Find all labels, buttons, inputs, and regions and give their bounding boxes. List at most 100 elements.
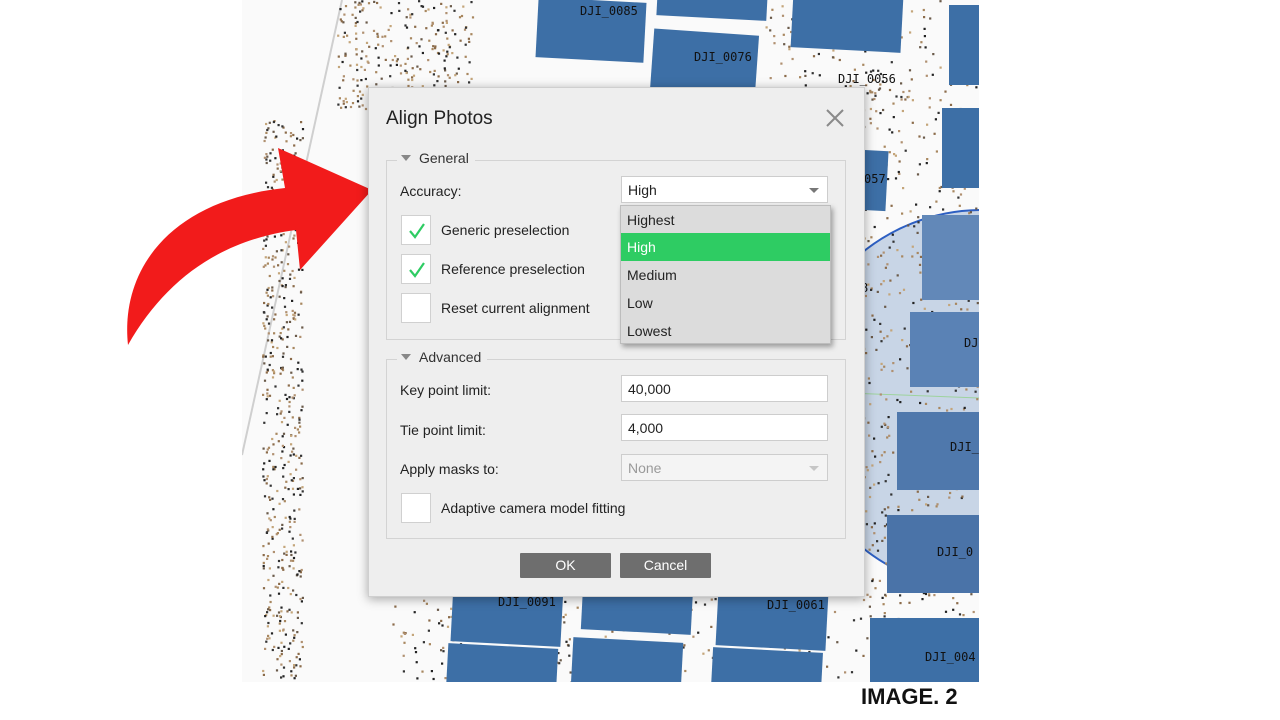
cloud-point: [459, 39, 462, 42]
cloud-point: [844, 671, 847, 674]
cloud-point: [297, 361, 300, 364]
cloud-point: [464, 55, 467, 58]
cloud-point: [357, 3, 360, 6]
accuracy-option[interactable]: Lowest: [621, 317, 830, 345]
close-icon[interactable]: [821, 104, 849, 132]
general-legend[interactable]: General: [397, 150, 475, 166]
cloud-point: [883, 422, 886, 425]
cloud-point: [911, 509, 914, 512]
cloud-point: [924, 402, 928, 405]
cloud-point: [441, 21, 444, 24]
cloud-point: [276, 658, 279, 661]
cloud-point: [292, 567, 295, 570]
cloud-point: [266, 625, 269, 628]
cloud-point: [569, 671, 572, 674]
cloud-point: [407, 8, 410, 11]
cloud-point: [394, 605, 397, 608]
tie-point-limit-input[interactable]: 4,000: [621, 414, 828, 441]
cloud-point: [269, 609, 272, 612]
advanced-legend[interactable]: Advanced: [397, 349, 488, 365]
cloud-point: [361, 104, 364, 107]
cloud-point: [799, 76, 802, 79]
cloud-point: [870, 526, 873, 529]
cloud-point: [412, 74, 416, 77]
cloud-point: [356, 84, 359, 87]
accuracy-option[interactable]: Highest: [621, 206, 830, 234]
cloud-point: [936, 503, 939, 506]
cloud-point: [568, 654, 571, 657]
cloud-point: [864, 294, 867, 298]
cloud-point: [272, 443, 275, 446]
accuracy-option[interactable]: High: [621, 233, 830, 261]
cloud-point: [888, 293, 891, 296]
cloud-point: [274, 385, 277, 388]
cloud-point: [904, 98, 907, 101]
cloud-point: [341, 60, 344, 64]
cloud-point: [276, 532, 279, 535]
cloud-point: [869, 117, 872, 120]
key-point-limit-input[interactable]: 40,000: [621, 375, 828, 402]
cloud-point: [442, 49, 445, 52]
cloud-point: [262, 475, 265, 478]
cloud-point: [949, 491, 952, 495]
cloud-point: [870, 288, 873, 291]
cloud-point: [299, 665, 302, 668]
accuracy-option[interactable]: Medium: [621, 261, 830, 289]
reference-preselection-checkbox[interactable]: [401, 254, 431, 284]
cloud-point: [355, 48, 358, 51]
cloud-point: [438, 622, 441, 625]
cloud-point: [884, 593, 887, 596]
cloud-point: [831, 56, 835, 59]
cloud-point: [272, 465, 275, 468]
cloud-point: [887, 425, 890, 429]
cloud-point: [446, 50, 449, 53]
cloud-point: [432, 677, 435, 681]
cloud-point: [290, 434, 293, 437]
adaptive-fitting-checkbox[interactable]: [401, 493, 431, 523]
cloud-point: [272, 508, 275, 511]
cloud-point: [906, 367, 909, 370]
cloud-point: [282, 586, 285, 589]
cloud-point: [899, 594, 902, 597]
cloud-point: [266, 555, 270, 558]
cloud-point: [918, 135, 921, 138]
cloud-point: [893, 153, 896, 156]
cloud-point: [437, 75, 440, 78]
cloud-point: [351, 102, 355, 105]
cloud-point: [414, 25, 417, 28]
cloud-point: [773, 35, 776, 38]
cloud-point: [277, 611, 281, 614]
accuracy-option[interactable]: Low: [621, 289, 830, 317]
accuracy-label: Accuracy:: [400, 183, 462, 199]
cloud-point: [868, 381, 871, 385]
cancel-button[interactable]: Cancel: [620, 553, 711, 578]
cloud-point: [269, 519, 272, 522]
cloud-point: [299, 487, 302, 490]
ok-button[interactable]: OK: [520, 553, 611, 578]
cloud-point: [415, 42, 418, 45]
cloud-point: [301, 379, 304, 382]
cloud-point: [376, 32, 379, 35]
accuracy-select[interactable]: High: [621, 176, 828, 203]
reset-alignment-checkbox[interactable]: [401, 293, 431, 323]
cloud-point: [910, 10, 914, 13]
cloud-point: [349, 105, 353, 109]
cloud-point: [970, 593, 973, 596]
photo-label: DJI_0061: [767, 598, 825, 612]
cloud-point: [910, 390, 913, 393]
cloud-point: [269, 600, 272, 604]
cloud-point: [908, 69, 912, 72]
cloud-point: [922, 136, 926, 139]
generic-preselection-checkbox[interactable]: [401, 215, 431, 245]
cloud-point: [266, 528, 269, 531]
cloud-point: [355, 37, 358, 40]
cloud-point: [262, 468, 265, 471]
cloud-point: [916, 490, 919, 493]
photo-label: DJI_004: [925, 650, 976, 664]
apply-masks-select[interactable]: None: [621, 454, 828, 481]
cloud-point: [878, 579, 881, 582]
cloud-point: [267, 608, 270, 611]
cloud-point: [265, 482, 268, 485]
cloud-point: [798, 649, 801, 652]
cloud-point: [949, 103, 953, 106]
